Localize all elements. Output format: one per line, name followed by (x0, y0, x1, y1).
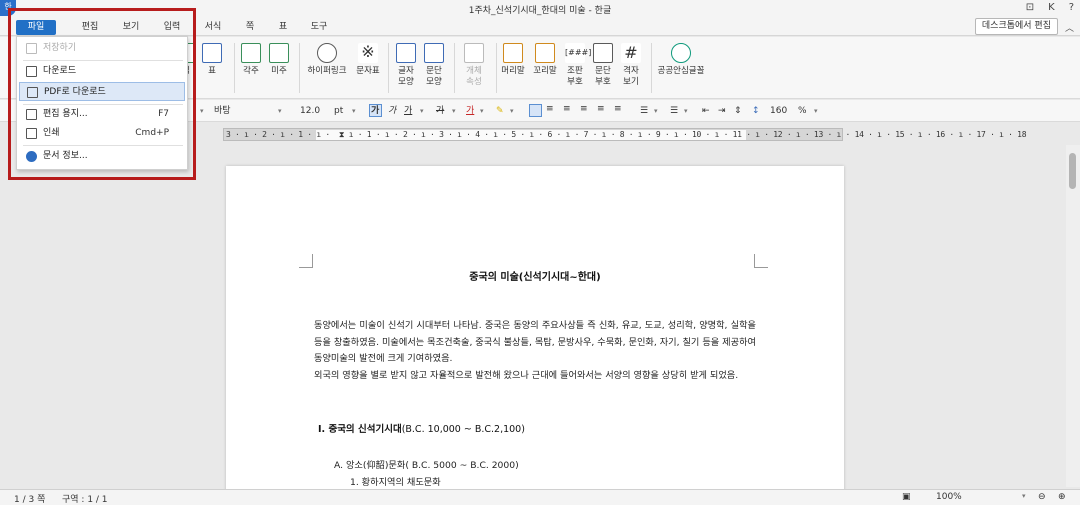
subsection-a: A. 앙소(仰韶)문화( B.C. 5000 ~ B.C. 2000) (334, 460, 519, 471)
section-heading-range: (B.C. 10,000 ~ B.C.2,100) (401, 424, 525, 435)
italic-button[interactable]: 가 (388, 104, 396, 118)
ribbon-symbol-button[interactable]: ※ 문자표 (350, 43, 386, 77)
align-distribute-icon[interactable]: ≡ (597, 104, 610, 117)
ribbon-grid-button[interactable]: # 격자 보기 (613, 43, 649, 88)
zoom-dropdown-icon[interactable]: ▾ (1022, 492, 1026, 500)
vertical-scrollbar[interactable] (1066, 145, 1080, 487)
ribbon-safe-font-button[interactable]: 공공안심글꼴 (655, 43, 707, 77)
highlight-annotation-box (8, 8, 196, 180)
ribbon-table-button[interactable]: 표 (194, 43, 230, 77)
font-name-select[interactable]: 바탕 (214, 104, 231, 118)
align-left-icon[interactable]: ≡ (546, 104, 559, 117)
font-unit-select[interactable]: pt (334, 104, 343, 118)
highlight-icon[interactable]: ✎ (496, 104, 504, 118)
object-props-icon (464, 43, 484, 63)
document-page[interactable]: 중국의 미술(신석기시대~한대) 동양에서는 미술이 신석기 시대부터 나타남.… (226, 166, 844, 496)
desktop-edit-button[interactable]: 데스크톱에서 편집 (974, 18, 1058, 35)
zoom-out-icon[interactable]: ⊖ (1038, 492, 1046, 502)
header-icon (503, 43, 523, 63)
footer-icon (535, 43, 555, 63)
align-center-icon[interactable]: ≡ (563, 104, 576, 117)
zoom-level[interactable]: 100% (936, 492, 962, 502)
underline-button[interactable]: 가 (404, 104, 412, 118)
indent-decrease-icon[interactable]: ⇤ (702, 104, 710, 118)
line-spacing-box-icon[interactable]: ↕ (752, 104, 760, 118)
ribbon-para-shape-button[interactable]: 문단 모양 (416, 43, 452, 88)
align-right-icon[interactable]: ≡ (580, 104, 593, 117)
font-color-button[interactable]: 가 (466, 104, 474, 118)
account-button[interactable]: K (1048, 2, 1055, 13)
page-indicator: 1 / 3 쪽 (14, 495, 46, 505)
document-paragraph-1: 동양에서는 미술이 신석기 시대부터 나타남. 중국은 동양의 주요사상들 즉 … (314, 320, 756, 364)
ribbon-endnote-button[interactable]: 미주 (261, 43, 297, 77)
menu-tools[interactable]: 도구 (299, 20, 339, 35)
markup-icon: [###] (565, 43, 591, 63)
menu-format[interactable]: 서식 (193, 20, 233, 35)
symbol-icon: ※ (358, 43, 378, 63)
section-indicator: 구역 : 1 / 1 (62, 495, 108, 505)
margin-corner-top-right (754, 254, 768, 268)
ribbon-hyperlink-button[interactable]: 하이퍼링크 (306, 43, 348, 77)
grid-icon: # (621, 43, 641, 63)
margin-corner-top-left (299, 254, 313, 268)
section-heading-bold: Ⅰ. 중국의 신석기시대 (318, 424, 402, 435)
status-bar: 1 / 3 쪽 구역 : 1 / 1 ▣ 100% ▾ ⊖ ⊕ (0, 489, 1080, 505)
feedback-icon[interactable]: ⊡ (1026, 2, 1034, 13)
number-list-icon[interactable]: ☰ (670, 104, 678, 118)
font-size-input[interactable]: 12.0 (300, 104, 320, 118)
view-mode-icon[interactable]: ▣ (902, 492, 911, 502)
line-spacing-unit[interactable]: % (798, 104, 807, 118)
ruler-scale: 3 · ı · 2 · ı · 1 · ı · ⧗ ı · 1 · ı · 2 … (226, 130, 1027, 139)
ribbon-header-button[interactable]: 머리말 (495, 43, 531, 77)
strike-button[interactable]: 가 (436, 104, 444, 118)
document-title: 중국의 미술(신석기시대~한대) (469, 272, 601, 283)
char-shape-icon (396, 43, 416, 63)
bullet-list-icon[interactable]: ☰ (640, 104, 648, 118)
para-mark-icon (593, 43, 613, 63)
document-paragraph-2: 외국의 영향을 별로 받지 않고 자율적으로 발전해 왔으나 근대에 들어와서는… (314, 370, 739, 381)
hyperlink-icon (317, 43, 337, 63)
collapse-ribbon-icon[interactable]: ︿ (1065, 21, 1074, 34)
align-split-icon[interactable]: ≡ (614, 104, 627, 117)
indent-increase-icon[interactable]: ⇥ (718, 104, 726, 118)
menu-table[interactable]: 표 (263, 20, 303, 35)
help-button[interactable]: ? (1069, 2, 1074, 13)
align-justify-icon[interactable] (529, 104, 542, 117)
table-icon (202, 43, 222, 63)
endnote-icon (269, 43, 289, 63)
horizontal-ruler[interactable]: 3 · ı · 2 · ı · 1 · ı · ⧗ ı · 1 · ı · 2 … (223, 128, 1027, 141)
zoom-in-icon[interactable]: ⊕ (1058, 492, 1066, 502)
subsection-1: 1. 황하지역의 채도문화 (350, 477, 441, 488)
para-shape-icon (424, 43, 444, 63)
line-spacing-icon[interactable]: ⇕ (734, 104, 742, 118)
scrollbar-thumb[interactable] (1069, 153, 1076, 189)
safe-font-icon (671, 43, 691, 63)
footnote-icon (241, 43, 261, 63)
section-heading: Ⅰ. 중국의 신석기시대(B.C. 10,000 ~ B.C.2,100) (318, 421, 525, 435)
line-spacing-input[interactable]: 160 (770, 104, 787, 118)
bold-button[interactable]: 가 (371, 104, 379, 118)
ribbon-object-props-button: 개체 속성 (456, 43, 492, 88)
